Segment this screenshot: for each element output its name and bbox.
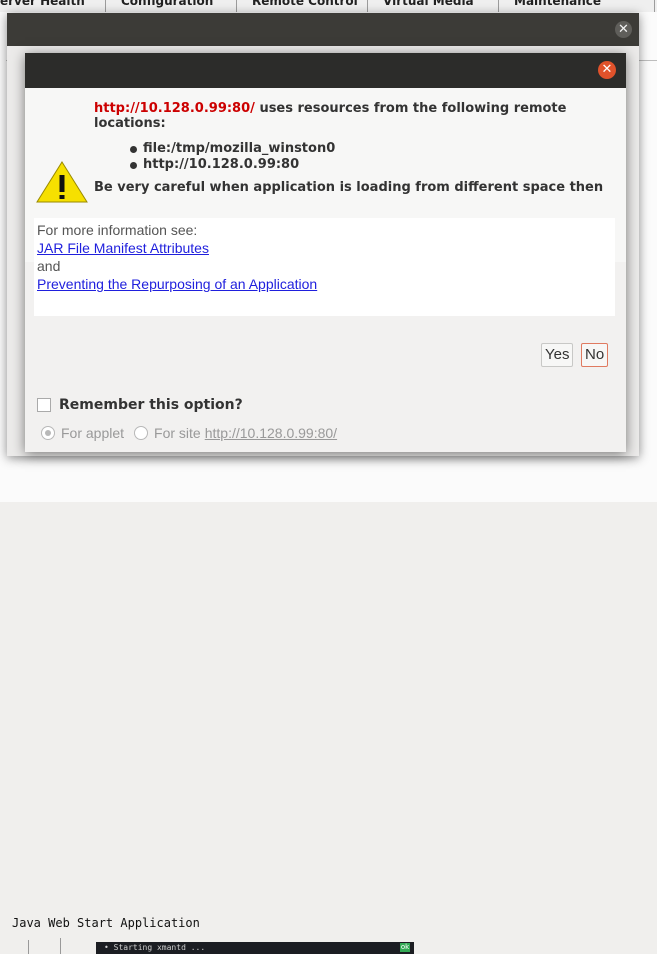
console-text: • Starting xmantd ... [104, 943, 206, 952]
warning-message: http://10.128.0.99:80/ uses resources fr… [94, 101, 594, 131]
divider [28, 940, 29, 954]
for-applet-radio[interactable] [41, 426, 55, 440]
top-navigation: erver Health Configuration Remote Contro… [0, 0, 657, 12]
yes-button[interactable]: Yes [541, 343, 574, 367]
caution-text: Be very careful when application is load… [94, 180, 604, 195]
location-list: file:/tmp/mozilla_winston0 http://10.128… [130, 141, 335, 173]
for-applet-label: For applet [61, 425, 125, 441]
and-text: and [37, 258, 61, 274]
console-ok-badge: ok [400, 943, 410, 952]
for-site-radio[interactable] [134, 426, 149, 440]
more-info-intro: For more information see: [37, 222, 198, 238]
remember-label: Remember this option? [59, 397, 243, 413]
no-button[interactable]: No [581, 343, 609, 367]
close-icon[interactable]: ✕ [598, 61, 616, 79]
divider [60, 938, 61, 954]
security-warning-dialog: ✕ http://10.128.0.99:80/ uses resources … [25, 53, 626, 452]
location-text: http://10.128.0.99:80 [143, 157, 300, 172]
dialog-titlebar: ✕ [25, 53, 626, 88]
nav-tab-configuration[interactable]: Configuration [115, 0, 237, 12]
repurposing-link[interactable]: Preventing the Repurposing of an Applica… [37, 276, 317, 292]
nav-tab-virtual-media[interactable]: Virtual Media [377, 0, 499, 12]
location-item: http://10.128.0.99:80 [130, 157, 335, 173]
remember-checkbox[interactable] [37, 398, 51, 412]
remember-option-row[interactable]: Remember this option? [37, 397, 243, 413]
nav-tab-remote-control[interactable]: Remote Control [246, 0, 368, 12]
console-preview: • Starting xmantd ... ok [96, 942, 414, 954]
remember-scope-row: For applet For site http://10.128.0.99:8… [41, 425, 337, 441]
background-dialog-titlebar: ✕ [7, 13, 639, 46]
warning-icon [36, 161, 88, 203]
background-dialog-close-icon[interactable]: ✕ [615, 21, 632, 38]
warning-url: http://10.128.0.99:80/ [94, 101, 255, 116]
location-item: file:/tmp/mozilla_winston0 [130, 141, 335, 157]
site-url: http://10.128.0.99:80/ [204, 425, 338, 441]
jar-manifest-link[interactable]: JAR File Manifest Attributes [37, 240, 209, 256]
bullet-icon [130, 161, 137, 169]
bullet-icon [130, 145, 137, 153]
nav-tab-maintenance[interactable]: Maintenance [508, 0, 655, 12]
location-text: file:/tmp/mozilla_winston0 [143, 141, 336, 156]
nav-tab-server-health[interactable]: erver Health [0, 0, 106, 12]
java-web-start-label: Java Web Start Application [12, 916, 200, 930]
more-info-panel: For more information see: JAR File Manif… [34, 218, 615, 316]
for-site-label: For site [154, 425, 201, 441]
background-footer: Java Web Start Application • Starting xm… [0, 452, 657, 954]
